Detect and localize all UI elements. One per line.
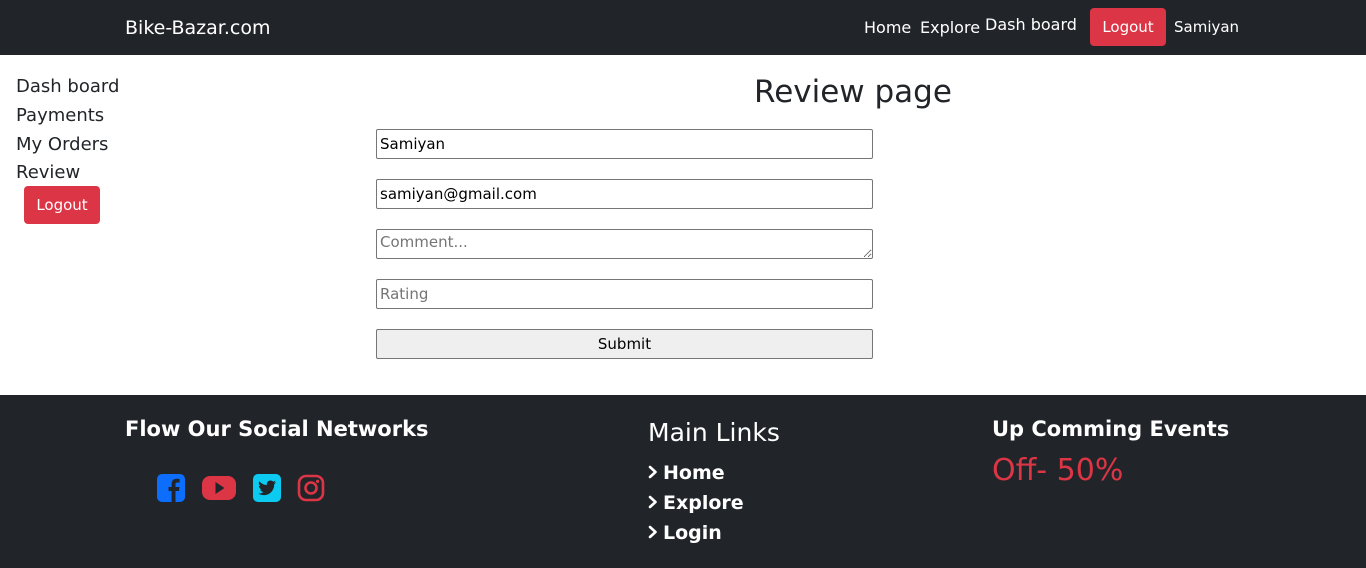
page-title: Review page <box>754 74 952 110</box>
nav-explore-link[interactable]: Explore <box>920 18 980 38</box>
instagram-icon[interactable] <box>296 473 326 503</box>
sidebar-item-dashboard[interactable]: Dash board <box>16 76 119 98</box>
offer-text: Off- 50% <box>992 453 1124 488</box>
sidebar-logout-button[interactable]: Logout <box>24 186 100 224</box>
nav-dashboard-link[interactable]: Dash board <box>985 15 1077 35</box>
footer-link-label: Login <box>663 522 722 544</box>
footer-link-explore[interactable]: Explore <box>648 491 744 515</box>
nav-logout-button[interactable]: Logout <box>1090 8 1166 46</box>
main-links-heading: Main Links <box>648 418 780 447</box>
sidebar-item-my-orders[interactable]: My Orders <box>16 134 108 156</box>
sidebar-item-review[interactable]: Review <box>16 162 80 184</box>
chevron-right-icon <box>648 461 658 485</box>
brand-link[interactable]: Bike-Bazar.com <box>125 16 271 40</box>
footer-link-label: Home <box>663 462 725 484</box>
facebook-icon[interactable] <box>156 473 186 503</box>
nav-home-link[interactable]: Home <box>864 18 911 38</box>
social-heading: Flow Our Social Networks <box>125 417 429 441</box>
top-navbar: Bike-Bazar.com Home Explore Dash board L… <box>0 0 1366 55</box>
footer: Flow Our Social Networks Main Links Home <box>0 395 1366 568</box>
sidebar-item-payments[interactable]: Payments <box>16 105 104 127</box>
comment-textarea[interactable] <box>376 229 873 259</box>
user-name: Samiyan <box>1174 18 1240 36</box>
email-input[interactable] <box>376 179 873 209</box>
footer-link-home[interactable]: Home <box>648 461 725 485</box>
footer-link-label: Explore <box>663 492 744 514</box>
submit-button[interactable]: Submit <box>376 329 873 359</box>
rating-input[interactable] <box>376 279 873 309</box>
twitter-icon[interactable] <box>252 473 282 503</box>
footer-link-login[interactable]: Login <box>648 521 722 545</box>
chevron-right-icon <box>648 491 658 515</box>
chevron-right-icon <box>648 521 658 545</box>
youtube-icon[interactable] <box>201 473 237 503</box>
events-heading: Up Comming Events <box>992 417 1230 441</box>
name-input[interactable] <box>376 129 873 159</box>
